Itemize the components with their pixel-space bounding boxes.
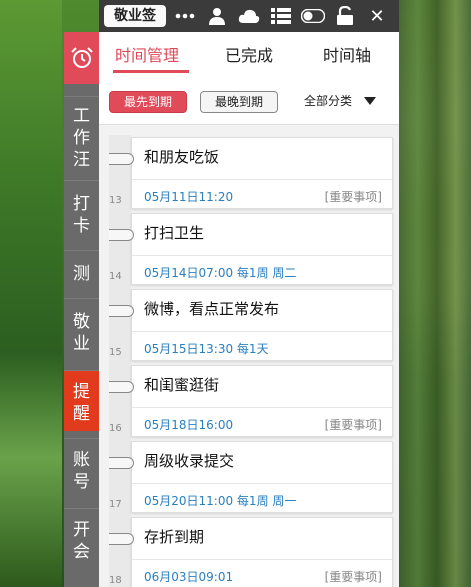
sidebar-item-zhanghao[interactable]: 账号 <box>64 438 99 509</box>
reminder-item[interactable]: 14 打扫卫生 05月14日07:00 每1周 周二 <box>99 211 399 287</box>
tree-trunk <box>395 0 471 587</box>
reminder-title: 和朋友吃饭 <box>144 148 220 166</box>
binder-clip-icon <box>109 229 134 241</box>
more-icon[interactable] <box>172 0 198 32</box>
reminder-time: 05月18日16:00 <box>144 418 234 432</box>
category-select-value: 全部分类 <box>304 94 353 108</box>
reminder-card[interactable]: 和闺蜜逛街 05月18日16:00 [重要事项] <box>131 365 393 437</box>
sidebar-item-label: 敬业 <box>73 312 90 354</box>
binder-clip-icon <box>109 533 134 545</box>
item-number: 13 <box>109 195 122 206</box>
reminder-card[interactable]: 打扫卫生 05月14日07:00 每1周 周二 <box>131 213 393 285</box>
sidebar-item-label: 测 <box>73 264 90 284</box>
tab-bar: 时间管理 已完成 时间轴 <box>99 32 399 76</box>
top-toolbar: 敬业签 ✕ <box>99 0 399 32</box>
sidebar-item-label: 打卡 <box>73 194 90 236</box>
reminder-time: 05月14日07:00 每1周 周二 <box>144 266 297 280</box>
reminder-item[interactable]: 16 和闺蜜逛街 05月18日16:00 [重要事项] <box>99 363 399 439</box>
reminder-time: 05月11日11:20 <box>144 190 234 204</box>
card-divider <box>132 255 392 256</box>
tab-completed[interactable]: 已完成 <box>225 42 273 66</box>
sidebar-item-ce[interactable]: 测 <box>64 250 99 303</box>
reminder-title: 周级收录提交 <box>144 452 235 470</box>
binder-clip-icon <box>109 153 134 165</box>
reminder-time: 05月20日11:00 每1周 周一 <box>144 494 297 508</box>
category-select[interactable]: 全部分类 <box>300 90 380 112</box>
tab-timeline[interactable]: 时间轴 <box>323 42 371 66</box>
item-number: 14 <box>109 271 122 282</box>
list-icon[interactable] <box>268 0 294 32</box>
sidebar-item-tixing[interactable]: 提醒 <box>64 370 99 431</box>
reminder-title: 打扫卫生 <box>144 224 205 242</box>
sidebar-item-gongzuowang[interactable]: 工作汪 <box>64 96 99 171</box>
sidebar-item-kaihui[interactable]: 开会 <box>64 508 99 579</box>
card-divider <box>132 407 392 408</box>
chevron-down-icon <box>364 97 376 105</box>
binder-clip-icon <box>109 305 134 317</box>
foliage-left <box>0 0 62 587</box>
item-number: 18 <box>109 575 122 586</box>
reminder-title: 存折到期 <box>144 528 205 546</box>
reminder-item[interactable]: 15 微博，看点正常发布 05月15日13:30 每1天 <box>99 287 399 363</box>
sidebar-item-label: 工作汪 <box>73 106 90 170</box>
reminder-time: 06月03日09:01 <box>144 570 234 584</box>
card-divider <box>132 179 392 180</box>
reminder-card[interactable]: 周级收录提交 05月20日11:00 每1周 周一 <box>131 441 393 513</box>
binder-clip-icon <box>109 457 134 469</box>
sort-latest-button[interactable]: 最晚到期 <box>200 91 278 113</box>
sidebar-item-jingye[interactable]: 敬业 <box>64 298 99 371</box>
main-panel: 时间管理 已完成 时间轴 最先到期 最晚到期 全部分类 13 和朋友吃饭 05月… <box>99 32 399 587</box>
reminder-item[interactable]: 17 周级收录提交 05月20日11:00 每1周 周一 <box>99 439 399 515</box>
item-number: 15 <box>109 347 122 358</box>
reminder-time: 05月15日13:30 每1天 <box>144 342 269 356</box>
sort-earliest-button[interactable]: 最先到期 <box>109 91 187 113</box>
binder-clip-icon <box>109 381 134 393</box>
reminder-title: 和闺蜜逛街 <box>144 376 220 394</box>
reminder-tag: [重要事项] <box>324 190 382 204</box>
reminder-tag: [重要事项] <box>324 570 382 584</box>
sidebar-item-label: 账号 <box>73 450 90 492</box>
sidebar-item-label: 开会 <box>73 520 90 562</box>
user-icon[interactable] <box>204 0 230 32</box>
reminder-item[interactable]: 18 存折到期 06月03日09:01 [重要事项] <box>99 515 399 587</box>
filter-bar: 最先到期 最晚到期 全部分类 <box>99 76 399 125</box>
cloud-icon[interactable] <box>236 0 262 32</box>
item-number: 16 <box>109 423 122 434</box>
reminder-tag: [重要事项] <box>324 418 382 432</box>
active-tab-indicator <box>113 70 189 73</box>
card-divider <box>132 559 392 560</box>
sidebar-item-label: 提醒 <box>73 382 90 424</box>
card-divider <box>132 483 392 484</box>
item-number: 17 <box>109 499 122 510</box>
tab-time-management[interactable]: 时间管理 <box>115 42 179 66</box>
reminder-card[interactable]: 和朋友吃饭 05月11日11:20 [重要事项] <box>131 137 393 209</box>
unlock-icon[interactable] <box>332 0 358 32</box>
sidebar-item-daka[interactable]: 打卡 <box>64 180 99 253</box>
toggle-icon[interactable] <box>300 0 326 32</box>
alarm-clock-icon[interactable] <box>64 32 99 84</box>
reminder-title: 微博，看点正常发布 <box>144 300 280 318</box>
app-brand-label[interactable]: 敬业签 <box>104 5 166 27</box>
card-divider <box>132 331 392 332</box>
reminder-card[interactable]: 微博，看点正常发布 05月15日13:30 每1天 <box>131 289 393 361</box>
reminder-item[interactable]: 13 和朋友吃饭 05月11日11:20 [重要事项] <box>99 135 399 211</box>
reminder-card[interactable]: 存折到期 06月03日09:01 [重要事项] <box>131 517 393 587</box>
close-icon[interactable]: ✕ <box>364 0 390 32</box>
